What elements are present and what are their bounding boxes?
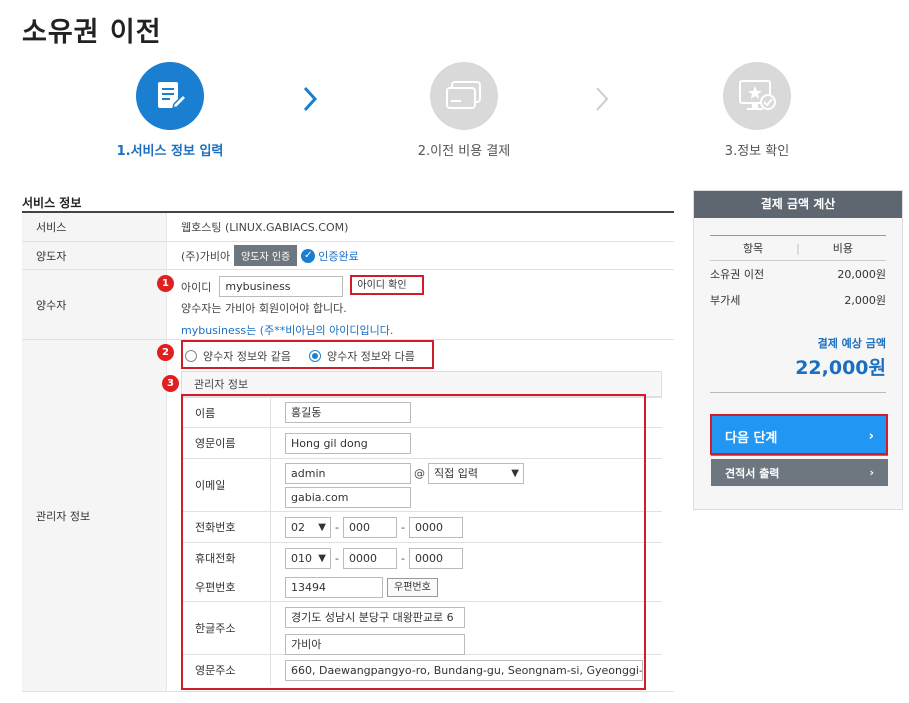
transferee-notice: 양수자는 가비아 회원이어야 합니다. (181, 302, 347, 315)
admin-label: 관리자 정보 (22, 340, 167, 691)
row-transferee: 양수자 아이디 mybusiness 아이디 확인 양수자는 가비아 회원이어야… (22, 270, 674, 340)
id-input[interactable]: mybusiness (219, 276, 344, 297)
print-quote-button[interactable]: 견적서 출력 › (711, 459, 888, 486)
transferor-value: (주)가비아 (181, 249, 231, 263)
page-title: 소유권 이전 (22, 17, 162, 48)
chevron-right-icon (303, 86, 318, 112)
step-3: 3.정보 확인 (667, 62, 847, 159)
step-1: 1.서비스 정보 입력 (80, 62, 260, 159)
step-3-label: 3.정보 확인 (724, 144, 790, 159)
total-label: 결제 예상 금액 (817, 337, 886, 350)
row-transferor: 양도자 (주)가비아 양도자 인증 ✓ 인증완료 (22, 242, 674, 270)
row-service: 서비스 웹호스팅 (LINUX.GABIACS.COM) (22, 213, 674, 242)
result-id: mybusiness (181, 324, 247, 337)
step-2-label: 2.이전 비용 결제 (417, 144, 511, 159)
highlight-next-button (710, 414, 888, 455)
step-1-label: 1.서비스 정보 입력 (116, 144, 224, 159)
badge-3: 3 (162, 375, 179, 392)
item-cost: 20,000원 (837, 268, 886, 281)
step-2: 2.이전 비용 결제 (374, 62, 554, 159)
chevron-right-icon: › (869, 466, 874, 479)
item-name: 부가세 (710, 294, 741, 307)
badge-2: 2 (157, 344, 174, 361)
col-item: 항목 (742, 242, 764, 255)
total-value: 22,000원 (795, 357, 886, 379)
payment-calc-panel: 결제 금액 계산 항목 | 비용 소유권 이전 20,000원 부가세 2,00… (693, 190, 903, 510)
chevron-right-icon (596, 87, 609, 111)
panel-title: 결제 금액 계산 (694, 191, 902, 218)
id-label: 아이디 (181, 280, 212, 294)
print-quote-label: 견적서 출력 (725, 466, 780, 480)
col-cost: 비용 (832, 242, 854, 255)
highlight-admin-option (181, 340, 434, 369)
result-text: 는 (주**비아님의 아이디입니다. (246, 324, 394, 337)
item-name: 소유권 이전 (710, 268, 765, 281)
transferee-label: 양수자 (22, 270, 167, 339)
check-icon: ✓ (301, 248, 316, 263)
badge-1: 1 (157, 275, 174, 292)
highlight-id-check (350, 275, 424, 295)
highlight-admin-fields (181, 394, 646, 690)
auth-status: 인증완료 (318, 249, 359, 263)
transferor-auth-button[interactable]: 양도자 인증 (234, 245, 298, 266)
divider (710, 392, 886, 393)
calc-row: 소유권 이전 20,000원 (710, 261, 886, 287)
document-edit-icon (136, 62, 204, 130)
monitor-check-icon (723, 62, 791, 130)
calc-row: 부가세 2,000원 (710, 287, 886, 313)
credit-card-icon (430, 62, 498, 130)
service-value: 웹호스팅 (LINUX.GABIACS.COM) (181, 221, 349, 234)
service-label: 서비스 (22, 213, 167, 241)
transferor-label: 양도자 (22, 242, 167, 269)
item-cost: 2,000원 (844, 294, 886, 307)
section-title: 서비스 정보 (22, 196, 82, 210)
